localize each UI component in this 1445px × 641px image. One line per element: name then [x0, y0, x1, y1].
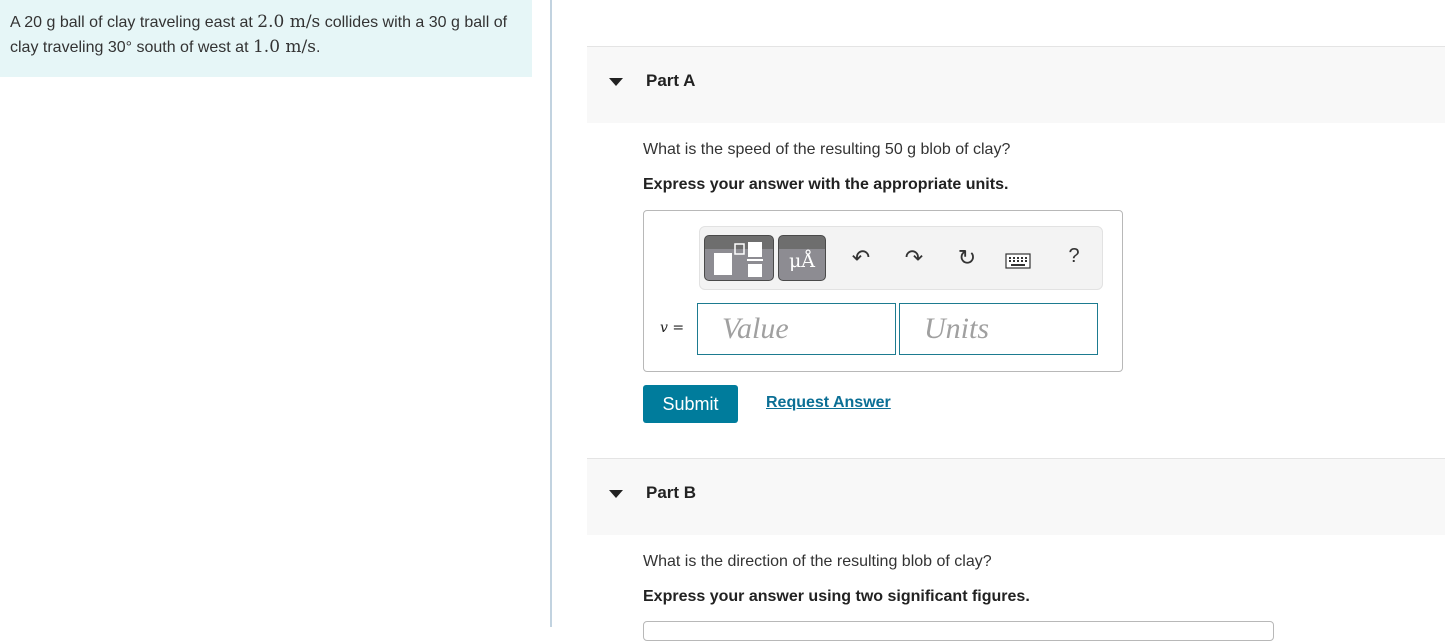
- problem-text: A 20 g ball of clay traveling east at: [10, 14, 258, 31]
- units-button[interactable]: μÅ: [778, 235, 826, 281]
- column-divider: [550, 0, 552, 627]
- part-b-title: Part B: [646, 483, 697, 502]
- help-button[interactable]: ?: [1062, 245, 1086, 268]
- part-a-title: Part A: [646, 71, 696, 90]
- math-speed-2: 1.0 m/s: [252, 37, 316, 57]
- templates-button[interactable]: [704, 235, 774, 281]
- templates-icon: [714, 242, 763, 277]
- problem-text: .: [315, 39, 321, 56]
- part-a-header[interactable]: Part A: [587, 46, 1445, 123]
- part-a-question: What is the speed of the resulting 50 g …: [643, 141, 1011, 158]
- undo-icon[interactable]: ↶: [849, 245, 873, 271]
- answer-box: μÅ ↶ ↷ ↻ ? v =: [643, 210, 1123, 372]
- part-b-answer-box: [643, 621, 1274, 641]
- part-b-question: What is the direction of the resulting b…: [643, 553, 992, 570]
- submit-button[interactable]: Submit: [643, 385, 738, 423]
- variable-label: v =: [660, 320, 685, 336]
- collapse-triangle-icon[interactable]: [609, 78, 623, 86]
- redo-icon[interactable]: ↷: [902, 245, 926, 271]
- request-answer-link[interactable]: Request Answer: [766, 394, 891, 412]
- value-input[interactable]: [697, 303, 896, 355]
- keyboard-icon[interactable]: [1005, 249, 1031, 275]
- problem-statement: A 20 g ball of clay traveling east at 2.…: [0, 0, 532, 77]
- math-toolbar: μÅ ↶ ↷ ↻ ?: [699, 226, 1103, 290]
- units-input[interactable]: [899, 303, 1098, 355]
- part-b-header[interactable]: Part B: [587, 458, 1445, 535]
- collapse-triangle-icon[interactable]: [609, 490, 623, 498]
- reset-icon[interactable]: ↻: [955, 245, 979, 271]
- part-a-instruction: Express your answer with the appropriate…: [643, 176, 1009, 193]
- part-b-instruction: Express your answer using two significan…: [643, 588, 1030, 605]
- math-speed-1: 2.0 m/s: [257, 12, 321, 32]
